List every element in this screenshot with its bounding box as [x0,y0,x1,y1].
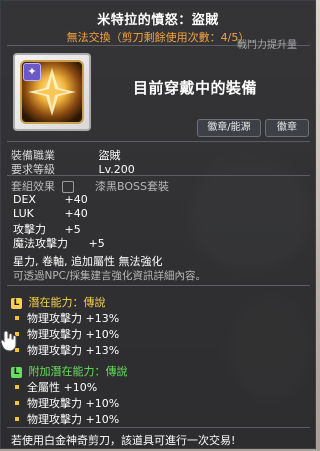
tag-emblem-energy: 徽章/能源 [197,119,261,137]
potential-line-text: 物理攻擊力 +13% [27,312,120,325]
bullet-icon [15,385,19,389]
additional-line-text: 物理攻擊力 +10% [27,413,120,426]
stat-label: 魔法攻擊力 [13,237,68,250]
stat-value: +5 [88,237,105,250]
legendary-badge-icon: L [11,297,22,309]
stat-label: LUK [13,207,34,220]
enhance-note: 星力, 卷軸, 追加屬性 無法強化 [13,255,163,268]
legendary-badge-icon: L [11,366,22,378]
potential-line: 物理攻擊力 +13% [9,342,119,358]
stat-row-dex: DEX +40 [13,193,88,206]
potential-line-text: 物理攻擊力 +10% [27,328,120,341]
divider [7,141,310,142]
additional-line: 全屬性 +10% [9,379,97,395]
additional-line-text: 物理攻擊力 +10% [27,397,120,410]
hand-cursor-icon [0,330,17,352]
set-effect-value: 漆黑BOSS套裝 [95,180,169,193]
npc-note: 可透過NPC/採集建言強化資訊詳細內容。 [13,270,207,282]
divider [7,285,310,286]
additional-line: 物理攻擊力 +10% [9,411,119,427]
additional-line: 物理攻擊力 +10% [9,395,119,411]
footer-note: 若使用白金神奇剪刀，該道具可進行一次交易! [11,434,236,447]
item-tooltip: 米特拉的憤怒：盜賊 無法交換（剪刀剩餘使用次數：4/5） ✦ 戰鬥力提升量 目前… [0,0,316,449]
set-effect-label: 套組效果 [11,180,55,193]
bullet-icon [15,401,19,405]
additional-line-text: 全屬性 +10% [27,381,98,394]
item-title: 米特拉的憤怒：盜賊 [97,13,219,28]
stat-row-luk: LUK +40 [13,207,88,220]
additional-potential-label: 附加潛在能力：傳說 [28,365,128,378]
star-icon: ✦ [23,63,41,81]
stat-row-magic-attack: 魔法攻擊力 +5 [13,235,105,251]
equipped-item-text: 目前穿戴中的裝備 [133,79,258,97]
info-icon[interactable] [61,181,74,193]
potential-label: 潛在能力：傳說 [28,296,106,309]
bullet-icon [15,316,19,320]
potential-line: 物理攻擊力 +10% [9,326,119,342]
item-icon-frame: ✦ [13,53,91,131]
potential-line: 物理攻擊力 +13% [9,310,119,326]
stat-value: +40 [64,207,88,220]
power-increase-label: 戰鬥力提升量 [237,40,297,51]
set-effect-row[interactable]: 套組效果 漆黑BOSS套裝 [11,178,169,194]
potential-header: L 潛在能力：傳說 [11,294,106,310]
stat-value: +40 [64,193,88,206]
tag-emblem: 徽章 [265,119,309,137]
potential-line-text: 物理攻擊力 +13% [27,344,120,357]
divider [7,175,310,176]
stat-label: DEX [13,193,36,206]
bullet-icon [15,417,19,421]
additional-potential-header: L 附加潛在能力：傳說 [11,363,128,379]
divider [7,427,310,428]
